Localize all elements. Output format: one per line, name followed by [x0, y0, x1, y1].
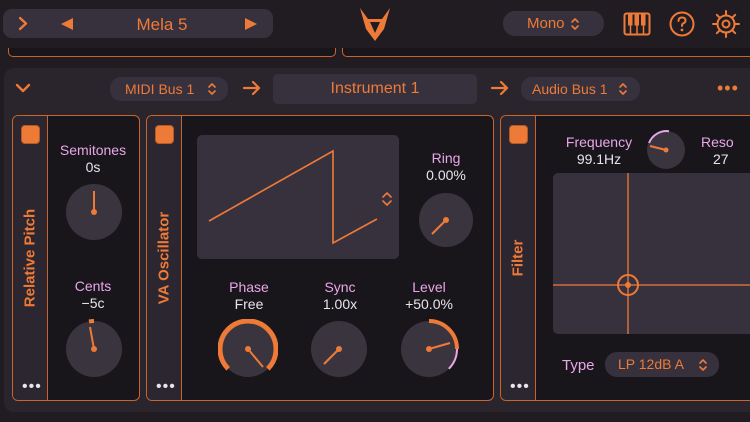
triangle-left-icon[interactable]	[59, 17, 75, 31]
waveform-display[interactable]	[197, 135, 399, 259]
semitones-knob[interactable]	[64, 182, 124, 242]
knob-name: Semitones	[59, 142, 127, 158]
fox-logo-icon	[360, 8, 390, 41]
power-toggle[interactable]	[155, 125, 174, 144]
module-options-icon[interactable]: •••	[22, 379, 42, 395]
filter-type-value: LP 12dB A	[618, 356, 684, 372]
filter-type-label: Type	[562, 357, 595, 374]
up-down-chevron-icon[interactable]	[381, 190, 393, 208]
frequency-label: Frequency 99.1Hz	[557, 134, 641, 168]
triangle-right-icon[interactable]	[243, 17, 259, 31]
audio-bus-label: Audio Bus 1	[532, 81, 608, 97]
knob-value: 27	[713, 151, 729, 167]
sawtooth-waveform	[208, 149, 378, 245]
sync-label: Sync 1.00x	[300, 279, 380, 313]
level-label: Level +50.0%	[388, 279, 470, 313]
chevron-down-icon[interactable]	[14, 82, 32, 94]
filter-xy-pad[interactable]	[553, 173, 750, 334]
semitones-label: Semitones 0s	[53, 142, 133, 176]
midi-bus-label: MIDI Bus 1	[125, 81, 195, 97]
module-sidebar: Relative Pitch •••	[13, 116, 48, 400]
cents-knob[interactable]	[64, 319, 124, 379]
phase-label: Phase Free	[209, 279, 289, 313]
level-knob[interactable]	[399, 319, 459, 379]
knob-name: Level	[412, 279, 446, 295]
knob-name: Frequency	[565, 134, 633, 150]
up-down-chevron-icon	[699, 359, 707, 371]
preset-name[interactable]: Mela 5	[103, 15, 221, 35]
piano-keyboard-icon[interactable]	[623, 12, 651, 36]
knob-value: 0s	[85, 159, 101, 175]
sync-knob[interactable]	[309, 319, 369, 379]
module-title: Relative Pitch	[21, 208, 39, 308]
knob-value: Free	[234, 296, 264, 312]
knob-name: Cents	[74, 278, 112, 294]
knob-name: Phase	[229, 279, 269, 295]
mode-selector[interactable]: Mono	[503, 11, 604, 36]
module-title: Filter	[509, 239, 527, 277]
knob-value: −5c	[81, 295, 105, 311]
ring-knob[interactable]	[417, 191, 475, 249]
ring-label: Ring 0.00%	[405, 150, 487, 184]
instrument-panel: MIDI Bus 1 Instrument 1 Audio Bus 1 ••• …	[4, 68, 750, 412]
knob-name: Reso	[701, 134, 734, 150]
knob-name: Ring	[431, 150, 461, 166]
instrument-selector[interactable]: Instrument 1	[273, 74, 477, 104]
arrow-right-icon	[490, 80, 509, 96]
arrow-right-icon	[242, 80, 261, 96]
midi-bus-selector[interactable]: MIDI Bus 1	[110, 77, 228, 101]
knob-value: 0.00%	[426, 167, 466, 183]
knob-value: 1.00x	[322, 296, 358, 312]
preset-selector[interactable]: Mela 5	[3, 9, 273, 38]
resonance-label: Reso 27	[701, 134, 750, 168]
up-down-chevron-icon	[208, 83, 216, 95]
more-options-icon[interactable]: •••	[717, 78, 739, 99]
module-options-icon[interactable]: •••	[156, 379, 176, 395]
phase-knob[interactable]	[218, 319, 278, 379]
frequency-knob[interactable]	[645, 129, 687, 171]
filter-module: Filter ••• Frequency 99.1Hz Reso 27 Type…	[500, 115, 750, 401]
xy-crosshair	[553, 173, 750, 334]
module-sidebar: VA Oscillator •••	[147, 116, 182, 400]
knob-value: +50.0%	[405, 296, 453, 312]
module-title: VA Oscillator	[155, 211, 173, 305]
up-down-chevron-icon	[619, 83, 627, 95]
chevron-right-icon[interactable]	[17, 16, 29, 31]
upper-module-edge-right	[342, 48, 750, 57]
gear-icon[interactable]	[711, 9, 741, 39]
relative-pitch-module: Relative Pitch ••• Semitones 0s Cents −5…	[12, 115, 140, 401]
top-bar: Mela 5 Mono	[0, 0, 750, 48]
instrument-name: Instrument 1	[330, 80, 420, 97]
audio-bus-selector[interactable]: Audio Bus 1	[521, 77, 640, 101]
filter-type-selector[interactable]: LP 12dB A	[605, 352, 719, 377]
up-down-chevron-icon	[571, 18, 579, 30]
power-toggle[interactable]	[21, 125, 40, 144]
module-options-icon[interactable]: •••	[510, 379, 530, 395]
module-sidebar: Filter •••	[501, 116, 536, 400]
va-oscillator-module: VA Oscillator ••• Ring 0.00% Phase Free …	[146, 115, 494, 401]
power-toggle[interactable]	[509, 125, 528, 144]
cents-label: Cents −5c	[53, 278, 133, 312]
upper-module-edge	[8, 48, 336, 57]
mode-label: Mono	[527, 15, 565, 32]
question-mark-icon[interactable]	[669, 11, 695, 37]
knob-name: Sync	[324, 279, 356, 295]
knob-value: 99.1Hz	[576, 151, 622, 167]
